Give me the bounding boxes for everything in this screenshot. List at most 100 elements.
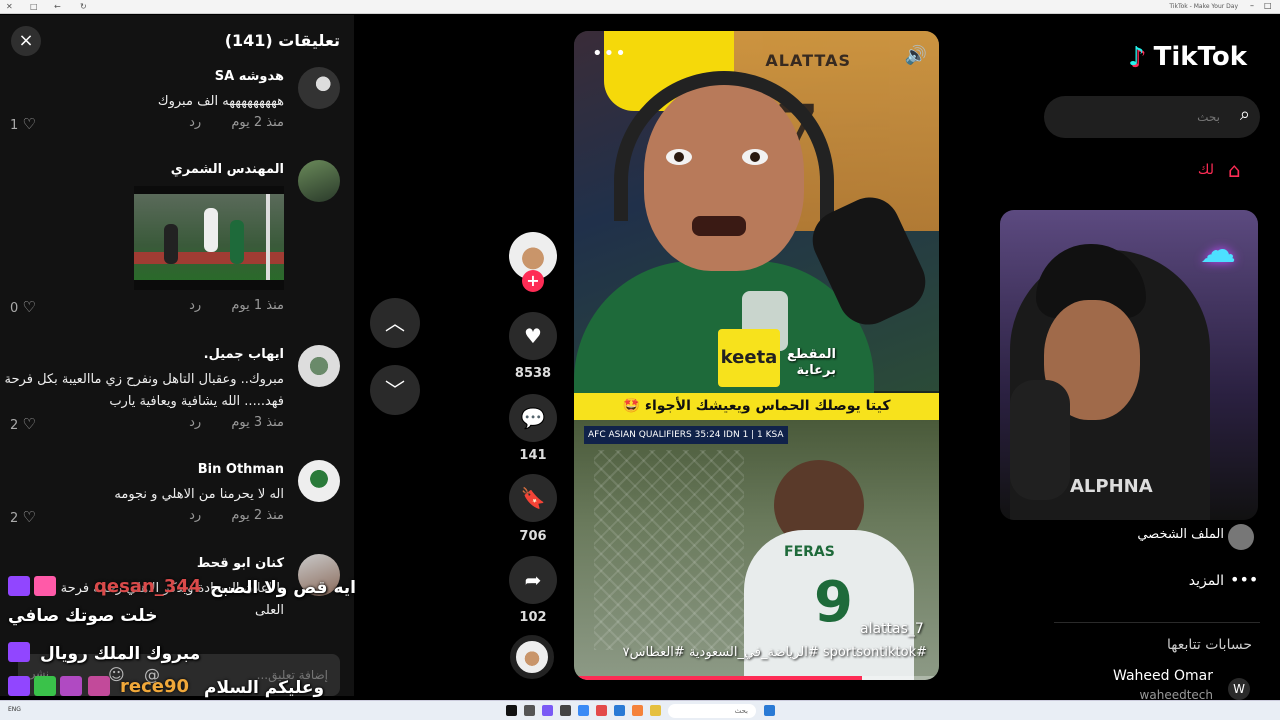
like-count: 1 xyxy=(10,118,19,133)
like-comment-button[interactable]: 2 ♡ xyxy=(10,415,36,433)
sponsor-banner: كيتا يوصلك الحماس ويعيشك الأجواء 🤩 xyxy=(574,393,939,420)
video-author[interactable]: alattas_7 xyxy=(860,621,924,637)
divider xyxy=(1054,622,1260,623)
tab-icon[interactable]: □ xyxy=(30,2,38,12)
reply-button[interactable]: رد xyxy=(189,508,201,523)
like-comment-button[interactable]: 2 ♡ xyxy=(10,508,36,526)
heart-icon: ♡ xyxy=(22,415,36,433)
emoji-icon[interactable]: ☺ xyxy=(108,665,125,684)
tiktok-logo[interactable]: ♪ TikTok xyxy=(1128,42,1247,72)
following-title: حسابات تتابعها xyxy=(1167,637,1252,653)
comment-meta: منذ 2 يوم رد xyxy=(189,115,284,130)
comment-meta: منذ 2 يوم رد xyxy=(189,508,284,523)
following-account-name[interactable]: Waheed Omar xyxy=(1113,668,1213,684)
maximize-icon[interactable]: □ xyxy=(1264,1,1272,11)
avatar[interactable] xyxy=(298,460,340,502)
minimize-icon[interactable]: – xyxy=(1250,1,1254,11)
comments-title: تعليقات (141) xyxy=(224,31,340,50)
search-input[interactable] xyxy=(1060,96,1220,138)
profile-avatar[interactable] xyxy=(1228,524,1254,550)
back-icon[interactable]: ← xyxy=(54,2,61,12)
nav-profile[interactable]: الملف الشخصي xyxy=(1137,527,1224,542)
previous-video-button[interactable]: ︿ xyxy=(370,298,420,348)
music-disc-icon[interactable] xyxy=(510,635,554,679)
save-count: 706 xyxy=(519,529,547,544)
comment-item: المهندس الشمري منذ 1 يوم رد 0 ♡ xyxy=(0,160,340,320)
comment-image[interactable] xyxy=(134,186,284,290)
app-icon[interactable] xyxy=(560,705,571,716)
comment-input[interactable] xyxy=(100,654,340,696)
avatar[interactable] xyxy=(298,67,340,109)
like-comment-button[interactable]: 0 ♡ xyxy=(10,298,36,316)
eye xyxy=(666,149,692,165)
comment-username[interactable]: كنان ابو قحط xyxy=(197,556,284,571)
share-button[interactable]: ➦ xyxy=(509,556,557,604)
taskbar: ENG بحث xyxy=(0,700,1280,720)
bookmark-icon: 🔖 xyxy=(520,486,546,510)
following-account-avatar[interactable]: W xyxy=(1228,678,1250,700)
reply-button[interactable]: رد xyxy=(189,115,201,130)
chevron-down-icon: ﹀ xyxy=(385,378,405,402)
save-button[interactable]: 🔖 xyxy=(509,474,557,522)
comment-button[interactable]: 💬 xyxy=(509,394,557,442)
reply-button[interactable]: رد xyxy=(189,415,201,430)
firefox-icon[interactable] xyxy=(632,705,643,716)
comment-meta: منذ 3 يوم رد xyxy=(189,415,284,430)
video-progress-bar[interactable] xyxy=(574,676,939,680)
video-frame-top: ALATTAS 7 keeta المقطع برعاية xyxy=(574,31,939,421)
comment-item: كنان ابو قحط يا اعلان السعادة ويذكر الاه… xyxy=(0,554,340,624)
mouth xyxy=(692,216,746,236)
comment-username[interactable]: ايهاب جميل. xyxy=(204,347,284,362)
like-button[interactable]: ♥ xyxy=(509,312,557,360)
comment-username[interactable]: المهندس الشمري xyxy=(171,162,284,177)
avatar[interactable] xyxy=(298,160,340,202)
more-icon[interactable]: ••• xyxy=(1230,570,1258,589)
like-count: 0 xyxy=(10,301,19,316)
app-icon[interactable] xyxy=(596,705,607,716)
close-window-icon[interactable]: ✕ xyxy=(6,2,13,12)
jersey-name: ALATTAS xyxy=(765,51,851,70)
sponsor-text: المقطع برعاية xyxy=(787,347,836,378)
taskbar-search[interactable]: بحث xyxy=(668,704,756,718)
reload-icon[interactable]: ↻ xyxy=(80,2,87,12)
nav-more[interactable]: المزيد xyxy=(1189,573,1224,589)
search-icon[interactable]: ⌕ xyxy=(1240,104,1250,125)
player-number: 9 xyxy=(814,570,853,635)
video-hashtags[interactable]: #sportsontiktok #الرياضة_في_السعودية #ال… xyxy=(623,645,927,660)
heart-icon: ♡ xyxy=(22,115,36,133)
reply-button[interactable]: رد xyxy=(189,298,201,313)
shirt-text: ALPHNA xyxy=(1070,476,1153,497)
avatar[interactable] xyxy=(298,345,340,387)
like-comment-button[interactable]: 1 ♡ xyxy=(10,115,36,133)
like-count: 8538 xyxy=(514,366,552,381)
goal-net xyxy=(594,450,744,650)
nav-for-you[interactable]: لك xyxy=(1198,162,1214,178)
video-player[interactable]: ALATTAS 7 keeta المقطع برعاية كيتا يوصلك… xyxy=(574,31,939,680)
avatar[interactable] xyxy=(298,554,340,596)
next-video-button[interactable]: ﹀ xyxy=(370,365,420,415)
volume-icon[interactable]: 🔊 xyxy=(905,45,927,66)
heart-icon: ♡ xyxy=(22,508,36,526)
comment-username[interactable]: هدوشه SA xyxy=(215,69,284,84)
follow-button[interactable]: + xyxy=(522,270,544,292)
post-button[interactable]: نشر xyxy=(30,667,49,680)
mention-icon[interactable]: @ xyxy=(144,665,160,684)
windows-start-icon[interactable] xyxy=(764,705,775,716)
folder-icon[interactable] xyxy=(650,705,661,716)
comment-text: هههههههههه الف مبروك xyxy=(157,94,284,109)
video-progress-fill xyxy=(574,676,863,680)
app-icon[interactable] xyxy=(542,705,553,716)
comment-username[interactable]: Bin Othman xyxy=(198,462,284,477)
system-tray[interactable]: ENG xyxy=(8,706,21,713)
home-icon[interactable]: ⌂ xyxy=(1228,158,1241,182)
app-icon[interactable] xyxy=(614,705,625,716)
close-comments-button[interactable]: × xyxy=(11,26,41,56)
chrome-icon[interactable] xyxy=(578,705,589,716)
tiktok-taskbar-icon[interactable] xyxy=(506,705,517,716)
taskview-icon[interactable] xyxy=(524,705,535,716)
like-count: 2 xyxy=(10,511,19,526)
more-options-icon[interactable]: ••• xyxy=(592,43,627,64)
comment-input-box: @ ☺ نشر xyxy=(18,654,340,696)
video-frame-bottom: AFC ASIAN QUALIFIERS 35:24 IDN 1 | 1 KSA… xyxy=(574,420,939,680)
screen: ✕ □ ← ↻ TikTok - Make Your Day – □ × تعل… xyxy=(0,0,1280,720)
